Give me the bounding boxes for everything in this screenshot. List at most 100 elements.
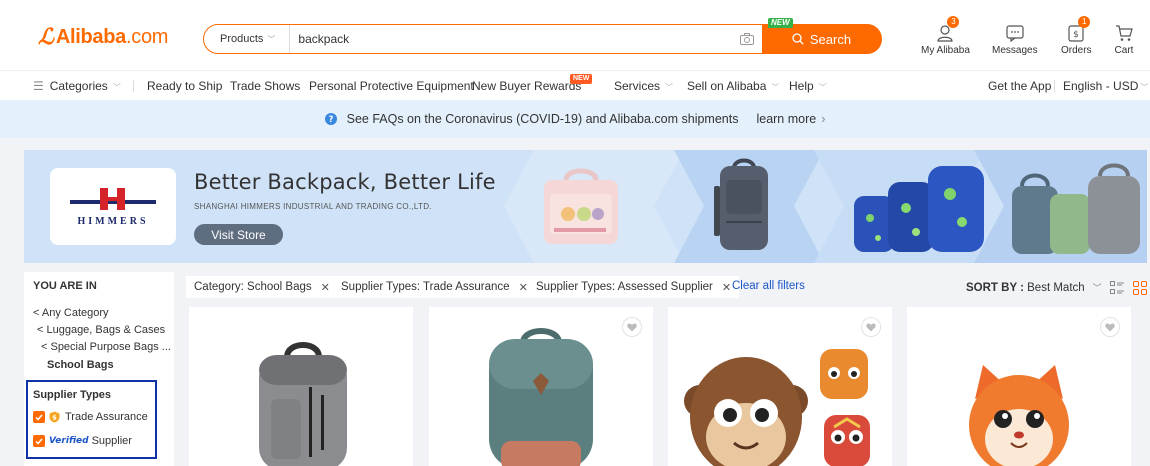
chevron-down-icon: ﹀: [771, 83, 780, 92]
product-image: [259, 342, 347, 466]
product-card[interactable]: [668, 307, 892, 466]
cart-link[interactable]: Cart: [1112, 20, 1136, 56]
filter-chip-label: Supplier Types: Trade Assurance: [341, 281, 510, 293]
product-image: [969, 365, 1069, 466]
cart-label: Cart: [1114, 45, 1134, 56]
nav-ready-to-ship[interactable]: Ready to Ship: [147, 79, 222, 93]
verified-badge-icon: Verified: [49, 436, 89, 446]
nav-categories-label: Categories: [49, 79, 108, 93]
sort-by-select[interactable]: SORT BY : Best Match ﹀: [966, 281, 1102, 294]
my-alibaba-label: My Alibaba: [921, 45, 970, 56]
heart-icon[interactable]: [1101, 318, 1119, 336]
learn-more-link[interactable]: learn more ›: [756, 112, 825, 126]
search-input[interactable]: [290, 25, 732, 53]
chevron-down-icon: ﹀: [267, 34, 276, 44]
close-icon[interactable]: ✕: [722, 281, 731, 294]
close-icon[interactable]: ✕: [321, 281, 330, 294]
list-view-icon[interactable]: [1110, 281, 1124, 295]
visit-store-button[interactable]: Visit Store: [194, 224, 283, 245]
heart-icon[interactable]: [623, 318, 641, 336]
sort-by-value: Best Match: [1027, 282, 1085, 294]
checkbox-checked-icon: [33, 411, 45, 423]
learn-more-label: learn more: [756, 112, 817, 126]
grid-view-icon[interactable]: [1133, 281, 1147, 295]
nav-services[interactable]: Services ﹀: [614, 79, 673, 93]
nav-divider: [1054, 80, 1055, 92]
himmers-wordmark: HIMMERS: [77, 216, 149, 227]
logo-text: Alibaba: [55, 25, 126, 48]
messages-link[interactable]: Messages: [992, 20, 1038, 56]
crumb-special-purpose[interactable]: < Special Purpose Bags ...: [41, 341, 171, 353]
message-icon: [1006, 25, 1024, 42]
product-card[interactable]: [189, 307, 413, 466]
banner-product-image: [714, 158, 768, 250]
svg-text:?: ?: [328, 115, 333, 125]
nav-language-currency[interactable]: English - USD ﹀: [1063, 79, 1148, 93]
verified-supplier-checkbox[interactable]: Verified Supplier: [33, 435, 132, 447]
product-image: [489, 328, 593, 466]
checkbox-checked-icon: [33, 435, 45, 447]
chevron-down-icon: ﹀: [818, 83, 827, 92]
search-button[interactable]: Search: [761, 24, 882, 54]
supplier-types-title: Supplier Types: [33, 389, 112, 401]
crumb-luggage[interactable]: < Luggage, Bags & Cases: [37, 324, 165, 336]
nav-new-buyer-rewards[interactable]: New Buyer Rewards: [472, 79, 581, 93]
crumb-any-category[interactable]: < Any Category: [33, 307, 109, 319]
banner-title: Better Backpack, Better Life: [194, 170, 496, 194]
product-card[interactable]: [429, 307, 653, 466]
nav-get-the-app[interactable]: Get the App: [988, 79, 1051, 93]
trade-assurance-checkbox[interactable]: $ Trade Assurance: [33, 411, 148, 423]
filter-sidebar: YOU ARE IN < Any Category < Luggage, Bag…: [24, 272, 174, 466]
svg-text:$: $: [1073, 30, 1079, 40]
search-bar: Products ﹀ Search: [203, 24, 882, 54]
covid-notice-bar: ? See FAQs on the Coronavirus (COVID-19)…: [0, 100, 1150, 138]
search-button-label: Search: [809, 31, 852, 47]
top-header: ℒ Alibaba.com Products ﹀ Search NEW 3 My…: [0, 0, 1150, 70]
search-scope-select[interactable]: Products ﹀: [204, 25, 291, 53]
banner-subtitle: SHANGHAI HIMMERS INDUSTRIAL AND TRADING …: [194, 202, 432, 211]
banner-product-image: [1012, 163, 1140, 254]
new-badge: NEW: [768, 18, 793, 28]
product-image: [684, 349, 870, 466]
you-are-in-heading: YOU ARE IN: [33, 280, 97, 292]
chevron-down-icon: ﹀: [1140, 83, 1149, 92]
chevron-down-icon: ﹀: [665, 83, 674, 92]
sort-by-label: SORT BY :: [966, 282, 1024, 294]
search-scope-label: Products: [220, 33, 264, 45]
orders-badge: 1: [1078, 16, 1091, 28]
nav-categories[interactable]: ☰ Categories ﹀: [33, 79, 121, 93]
logo-mark-icon: ℒ: [38, 24, 54, 50]
svg-text:$: $: [52, 414, 57, 422]
nav-language-label: English - USD: [1063, 79, 1139, 93]
trade-assurance-label: Trade Assurance: [65, 411, 148, 423]
nav-sell-on-alibaba[interactable]: Sell on Alibaba ﹀: [687, 79, 779, 93]
question-icon: ?: [324, 113, 337, 125]
himmers-logo: HIMMERS: [50, 168, 176, 245]
filter-chip-label: Category: School Bags: [194, 281, 312, 293]
orders-link[interactable]: $ 1 Orders: [1061, 16, 1092, 56]
nav-sell-label: Sell on Alibaba: [687, 79, 767, 93]
nav-help[interactable]: Help ﹀: [789, 79, 827, 93]
product-card[interactable]: [907, 307, 1131, 466]
alibaba-logo[interactable]: ℒ Alibaba.com: [38, 24, 168, 50]
close-icon[interactable]: ✕: [519, 281, 528, 294]
nav-trade-shows[interactable]: Trade Shows: [230, 79, 300, 93]
himmers-logo-mark: [70, 188, 156, 210]
heart-icon[interactable]: [862, 318, 880, 336]
my-alibaba-badge: 3: [947, 16, 960, 28]
camera-icon[interactable]: [732, 25, 762, 53]
filter-chip-assessed-supplier: Supplier Types: Assessed Supplier ✕: [528, 276, 740, 298]
store-banner[interactable]: HIMMERS Better Backpack, Better Life SHA…: [24, 150, 1147, 263]
nav-ppe[interactable]: Personal Protective Equipment: [309, 79, 474, 93]
filter-chip-category: Category: School Bags ✕: [186, 276, 338, 298]
messages-label: Messages: [992, 45, 1038, 56]
cart-icon: [1116, 25, 1133, 41]
clear-all-filters-link[interactable]: Clear all filters: [732, 280, 805, 292]
filter-chip-trade-assurance: Supplier Types: Trade Assurance ✕: [333, 276, 536, 298]
nav-divider: [133, 80, 134, 92]
my-alibaba-link[interactable]: 3 My Alibaba: [921, 16, 970, 56]
logo-domain: .com: [126, 25, 169, 48]
banner-product-image: [544, 168, 618, 244]
search-icon: [792, 33, 804, 45]
orders-label: Orders: [1061, 45, 1092, 56]
